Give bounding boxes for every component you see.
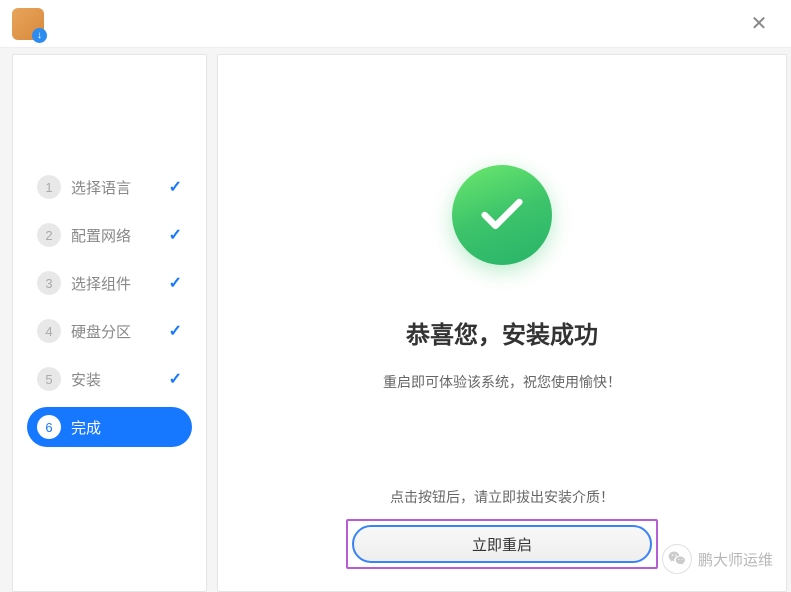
titlebar: ↓ ✕ <box>0 0 791 48</box>
sidebar-step-3[interactable]: 3 选择组件✓ <box>27 263 192 303</box>
step-number: 1 <box>37 175 61 199</box>
step-number: 3 <box>37 271 61 295</box>
restart-button-label: 立即重启 <box>472 534 532 555</box>
page-title: 恭喜您，安装成功 <box>406 315 598 350</box>
success-icon <box>452 165 552 265</box>
sidebar: 1选择语言✓2配置网络✓3选择组件✓4硬盘分区✓5安装✓6完成 <box>12 54 207 592</box>
step-number: 5 <box>37 367 61 391</box>
check-icon: ✓ <box>169 369 182 389</box>
sidebar-step-4[interactable]: 4 硬盘分区✓ <box>27 311 192 351</box>
app-logo: ↓ <box>12 8 44 40</box>
step-number: 4 <box>37 319 61 343</box>
step-label: 安装 <box>71 369 169 390</box>
main-container: 1选择语言✓2配置网络✓3选择组件✓4硬盘分区✓5安装✓6完成 恭喜您，安装成功… <box>0 48 791 592</box>
restart-button-highlight: 立即重启 <box>346 519 658 569</box>
sidebar-step-2[interactable]: 2 配置网络✓ <box>27 215 192 255</box>
content-panel: 恭喜您，安装成功 重启即可体验该系统，祝您使用愉快！ 点击按钮后，请立即拔出安装… <box>217 54 787 592</box>
hint-text: 点击按钮后，请立即拔出安装介质！ <box>390 487 614 507</box>
page-subtitle: 重启即可体验该系统，祝您使用愉快！ <box>383 372 621 392</box>
step-label: 配置网络 <box>71 225 169 246</box>
check-icon: ✓ <box>169 225 182 245</box>
step-label: 硬盘分区 <box>71 321 169 342</box>
step-label: 选择语言 <box>71 177 169 198</box>
restart-button[interactable]: 立即重启 <box>352 525 652 563</box>
sidebar-step-1[interactable]: 1 选择语言✓ <box>27 167 192 207</box>
watermark-text: 鹏大师运维 <box>698 549 773 570</box>
step-number: 6 <box>37 415 61 439</box>
wechat-icon <box>662 544 692 574</box>
watermark: 鹏大师运维 <box>662 544 773 574</box>
download-badge-icon: ↓ <box>32 28 47 43</box>
sidebar-step-5[interactable]: 5 安装✓ <box>27 359 192 399</box>
step-number: 2 <box>37 223 61 247</box>
step-label: 选择组件 <box>71 273 169 294</box>
check-icon: ✓ <box>169 321 182 341</box>
check-icon: ✓ <box>169 177 182 197</box>
check-icon: ✓ <box>169 273 182 293</box>
step-label: 完成 <box>71 417 182 438</box>
close-button[interactable]: ✕ <box>747 12 771 36</box>
sidebar-step-6[interactable]: 6 完成 <box>27 407 192 447</box>
close-icon: ✕ <box>751 11 768 36</box>
